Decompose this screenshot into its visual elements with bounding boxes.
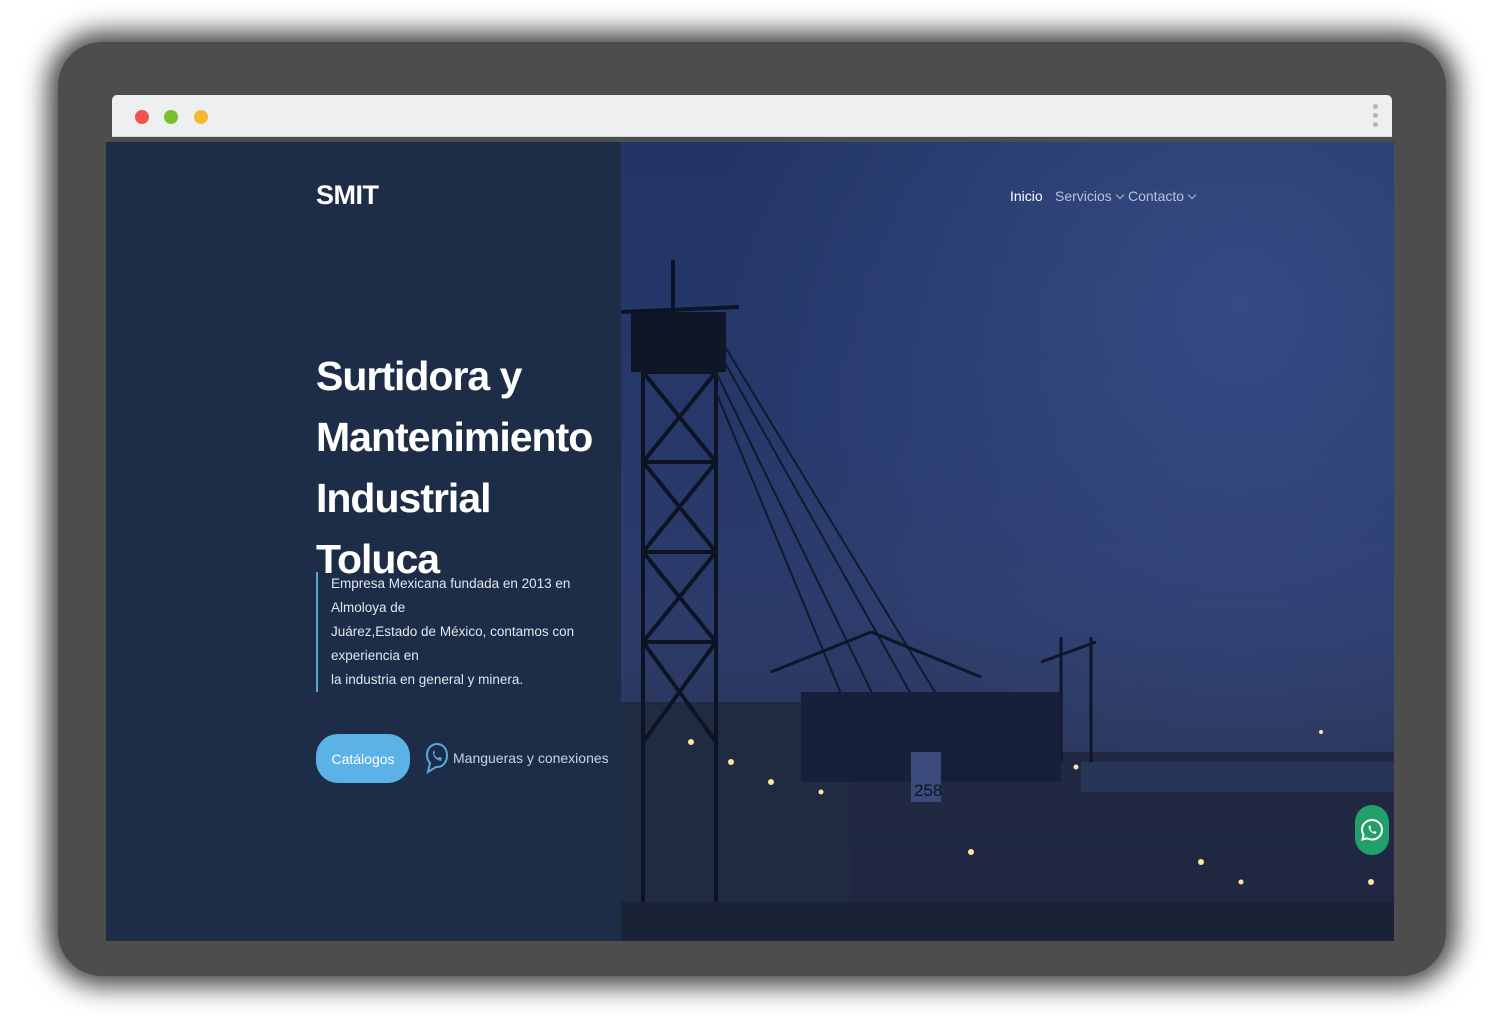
nav-item-inicio[interactable]: Inicio <box>1010 188 1043 204</box>
nav-item-label: Contacto <box>1128 188 1185 204</box>
hero-description-line: Empresa Mexicana fundada en 2013 en Almo… <box>331 576 571 615</box>
hero-description-line: la industria en general y minera. <box>331 672 524 687</box>
chevron-down-icon <box>1187 190 1197 200</box>
minimize-window-button[interactable] <box>164 110 178 124</box>
svg-text:258: 258 <box>914 781 942 800</box>
nav-item-label: Servicios <box>1055 188 1112 204</box>
kebab-menu-icon[interactable] <box>1373 104 1379 131</box>
maximize-window-button[interactable] <box>194 110 208 124</box>
nav-item-contacto[interactable]: Contacto <box>1128 188 1197 204</box>
webpage: 258 SMIT Inicio Servicios Contacto Surti… <box>106 142 1394 941</box>
hero-title: Surtidora y Mantenimiento Industrial Tol… <box>316 346 616 590</box>
whatsapp-float-button[interactable] <box>1355 805 1389 855</box>
hero-description: Empresa Mexicana fundada en 2013 en Almo… <box>316 572 607 692</box>
whatsapp-link-label: Mangueras y conexiones <box>453 750 609 766</box>
catalogos-button[interactable]: Catálogos <box>316 734 410 783</box>
whatsapp-icon <box>1360 818 1384 841</box>
hero-title-line: Surtidora y <box>316 353 522 399</box>
hero-title-line: Mantenimiento <box>316 414 593 460</box>
browser-window: 258 SMIT Inicio Servicios Contacto Surti… <box>106 95 1394 941</box>
whatsapp-link[interactable]: Mangueras y conexiones <box>426 741 609 775</box>
browser-toolbar <box>112 95 1392 137</box>
chevron-down-icon <box>1115 190 1125 200</box>
whatsapp-icon <box>426 742 448 775</box>
hero-description-line: Juárez,Estado de México, contamos con ex… <box>331 624 575 663</box>
close-window-button[interactable] <box>135 110 149 124</box>
nav-item-servicios[interactable]: Servicios <box>1055 188 1125 204</box>
hero-title-line: Industrial Toluca <box>316 475 492 582</box>
hero-image-industrial-crane: 258 <box>621 142 1394 941</box>
site-logo[interactable]: SMIT <box>316 180 379 211</box>
